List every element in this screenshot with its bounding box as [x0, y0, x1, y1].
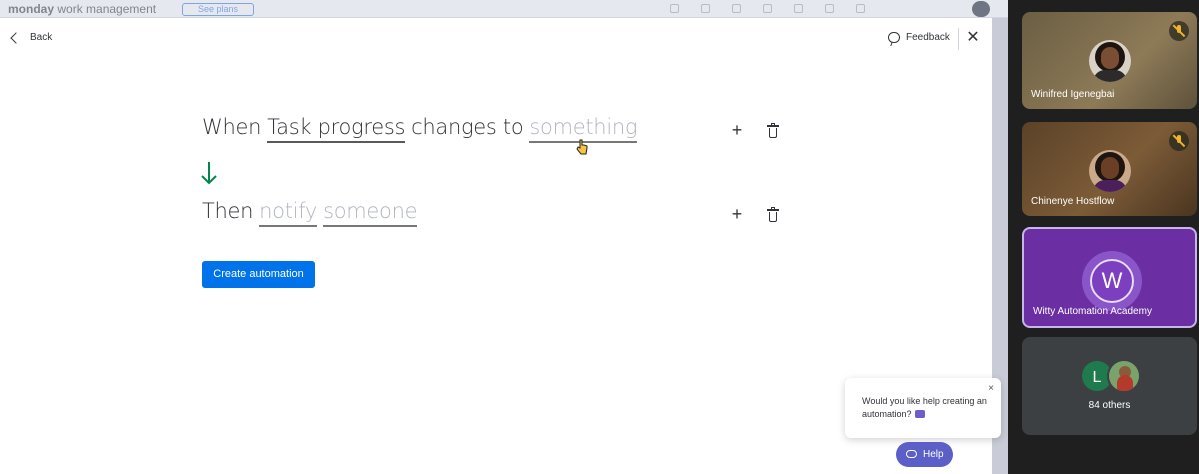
grid-icon[interactable] — [856, 4, 865, 13]
participants-panel: Winifred Igenegbai Chinenye Hostflow W W… — [1008, 0, 1199, 474]
chat-icon — [906, 450, 917, 458]
arrow-down-icon — [201, 162, 217, 185]
participant-tile[interactable]: Chinenye Hostflow — [1022, 122, 1197, 216]
help-button[interactable]: Help — [896, 442, 953, 467]
brand-name: monday — [8, 2, 55, 16]
brand-subtitle: work management — [57, 2, 157, 16]
participant-photo — [1107, 359, 1141, 393]
participant-name: Chinenye Hostflow — [1031, 196, 1115, 207]
mic-off-icon — [1169, 131, 1189, 151]
search-icon[interactable] — [794, 4, 803, 13]
see-plans-button[interactable]: See plans — [182, 3, 254, 16]
participant-avatar: W — [1090, 259, 1134, 303]
add-action-button[interactable]: + — [730, 205, 744, 223]
feedback-label: Feedback — [906, 32, 950, 43]
automation-modal: Back Feedback ✕ When Task progress changes… — [0, 18, 992, 474]
help-icon[interactable] — [825, 4, 834, 13]
hand-cursor-icon — [576, 139, 588, 155]
close-icon[interactable]: ✕ — [965, 30, 981, 47]
action-verb-field[interactable]: notify — [259, 198, 317, 227]
create-automation-button[interactable]: Create automation — [202, 261, 315, 288]
help-label: Help — [923, 449, 944, 460]
then-label: Then — [202, 199, 254, 223]
participant-photo — [1089, 40, 1131, 82]
inbox-icon[interactable] — [701, 4, 710, 13]
action-sentence: Then notify someone — [202, 198, 423, 227]
chevron-left-icon — [10, 31, 22, 44]
back-button[interactable]: Back — [10, 31, 53, 44]
participant-photo — [1089, 150, 1131, 192]
screen: monday work management See plans Back Fe… — [0, 0, 1199, 474]
changes-to-label: changes to — [411, 115, 524, 139]
app-logo: monday work management — [8, 2, 156, 16]
invite-icon[interactable] — [732, 4, 741, 13]
participant-name: Witty Automation Academy — [1033, 306, 1152, 317]
notifications-icon[interactable] — [670, 4, 679, 13]
column-field[interactable]: Task progress — [267, 114, 405, 143]
others-count: 84 others — [1088, 400, 1131, 411]
others-tile[interactable]: L 84 others — [1022, 337, 1197, 435]
participant-tile[interactable]: Winifred Igenegbai — [1022, 12, 1197, 109]
top-bar-icons — [670, 4, 865, 13]
delete-trigger-icon[interactable] — [767, 123, 779, 138]
feedback-icon — [888, 32, 900, 43]
add-condition-button[interactable]: + — [730, 121, 744, 139]
close-icon[interactable]: × — [988, 383, 994, 394]
back-label: Back — [30, 32, 53, 43]
active-speaker-tile[interactable]: W Witty Automation Academy — [1022, 227, 1197, 328]
delete-action-icon[interactable] — [767, 207, 779, 222]
header-divider — [958, 28, 959, 50]
action-target-field[interactable]: someone — [323, 198, 418, 227]
participant-name: Winifred Igenegbai — [1031, 89, 1115, 100]
feedback-button[interactable]: Feedback — [888, 32, 950, 43]
user-avatar[interactable] — [972, 1, 990, 17]
when-label: When — [202, 115, 262, 139]
help-prompt: × Would you like help creating an automa… — [845, 378, 1001, 438]
mic-off-icon — [1169, 21, 1189, 41]
apps-icon[interactable] — [763, 4, 772, 13]
robot-icon — [914, 410, 925, 418]
app-top-bar: monday work management See plans — [0, 0, 1008, 18]
shared-screen: monday work management See plans Back Fe… — [0, 0, 1008, 474]
